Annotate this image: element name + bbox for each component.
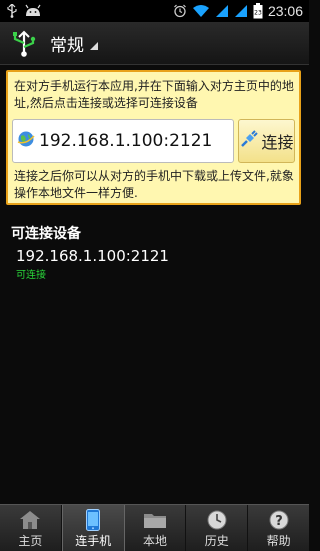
alarm-icon bbox=[173, 4, 187, 18]
instruction-bottom: 连接之后你可以从对方的手机中下载或上传文件,就象操作本地文件一样方便. bbox=[14, 169, 294, 200]
battery-icon: 23 bbox=[253, 3, 263, 19]
tab-local[interactable]: 本地 bbox=[125, 505, 187, 551]
tab-connect-phone[interactable]: 连手机 bbox=[61, 505, 125, 551]
signal-icon-2 bbox=[234, 4, 248, 18]
device-status: 可连接 bbox=[16, 270, 46, 281]
address-input[interactable]: 192.168.1.100:2121 bbox=[12, 119, 234, 163]
app-logo-icon[interactable] bbox=[8, 27, 40, 59]
tab-home-label: 主页 bbox=[18, 534, 43, 548]
tab-local-label: 本地 bbox=[142, 534, 167, 548]
svg-text:?: ? bbox=[275, 514, 283, 529]
clock-icon bbox=[207, 509, 227, 531]
tab-history[interactable]: 历史 bbox=[186, 505, 249, 551]
connect-panel: 在对方手机运行本应用,并在下面输入对方主页中的地址,然后点击连接或选择可连接设备… bbox=[6, 70, 301, 205]
tab-help[interactable]: ? 帮助 bbox=[248, 505, 309, 551]
folder-icon bbox=[143, 509, 167, 531]
device-address: 192.168.1.100:2121 bbox=[16, 247, 169, 265]
clock: 23:06 bbox=[267, 3, 303, 19]
help-icon: ? bbox=[269, 509, 289, 531]
plug-icon bbox=[239, 129, 259, 153]
bottom-nav: 主页 连手机 本地 历史 ? 帮助 bbox=[0, 504, 309, 551]
connect-button[interactable]: 连接 bbox=[238, 119, 295, 163]
tab-history-label: 历史 bbox=[204, 534, 229, 548]
instruction-top: 在对方手机运行本应用,并在下面输入对方主页中的地址,然后点击连接或选择可连接设备 bbox=[14, 79, 294, 110]
list-item[interactable]: 192.168.1.100:2121 可连接 bbox=[16, 247, 169, 281]
available-devices-title: 可连接设备 bbox=[11, 226, 81, 242]
home-icon bbox=[19, 509, 41, 531]
title-bar: 常规 bbox=[0, 22, 309, 65]
globe-icon bbox=[17, 130, 35, 152]
connect-label: 连接 bbox=[261, 133, 294, 152]
notification-icon bbox=[24, 4, 42, 18]
page-title: 常规 bbox=[50, 35, 84, 56]
tab-help-label: 帮助 bbox=[266, 534, 291, 548]
phone-icon bbox=[86, 509, 101, 531]
address-value: 192.168.1.100:2121 bbox=[39, 131, 213, 151]
tab-connect-phone-label: 连手机 bbox=[75, 534, 112, 548]
wifi-icon bbox=[192, 4, 210, 18]
title-dropdown[interactable]: 常规 bbox=[50, 31, 98, 56]
svg-text:23: 23 bbox=[254, 10, 262, 17]
tab-home[interactable]: 主页 bbox=[0, 505, 62, 551]
status-bar: 23 23:06 bbox=[0, 0, 309, 22]
address-row: 192.168.1.100:2121 连接 bbox=[12, 119, 295, 163]
caret-down-icon bbox=[90, 35, 98, 54]
usb-icon bbox=[6, 4, 18, 18]
signal-icon bbox=[215, 4, 229, 18]
